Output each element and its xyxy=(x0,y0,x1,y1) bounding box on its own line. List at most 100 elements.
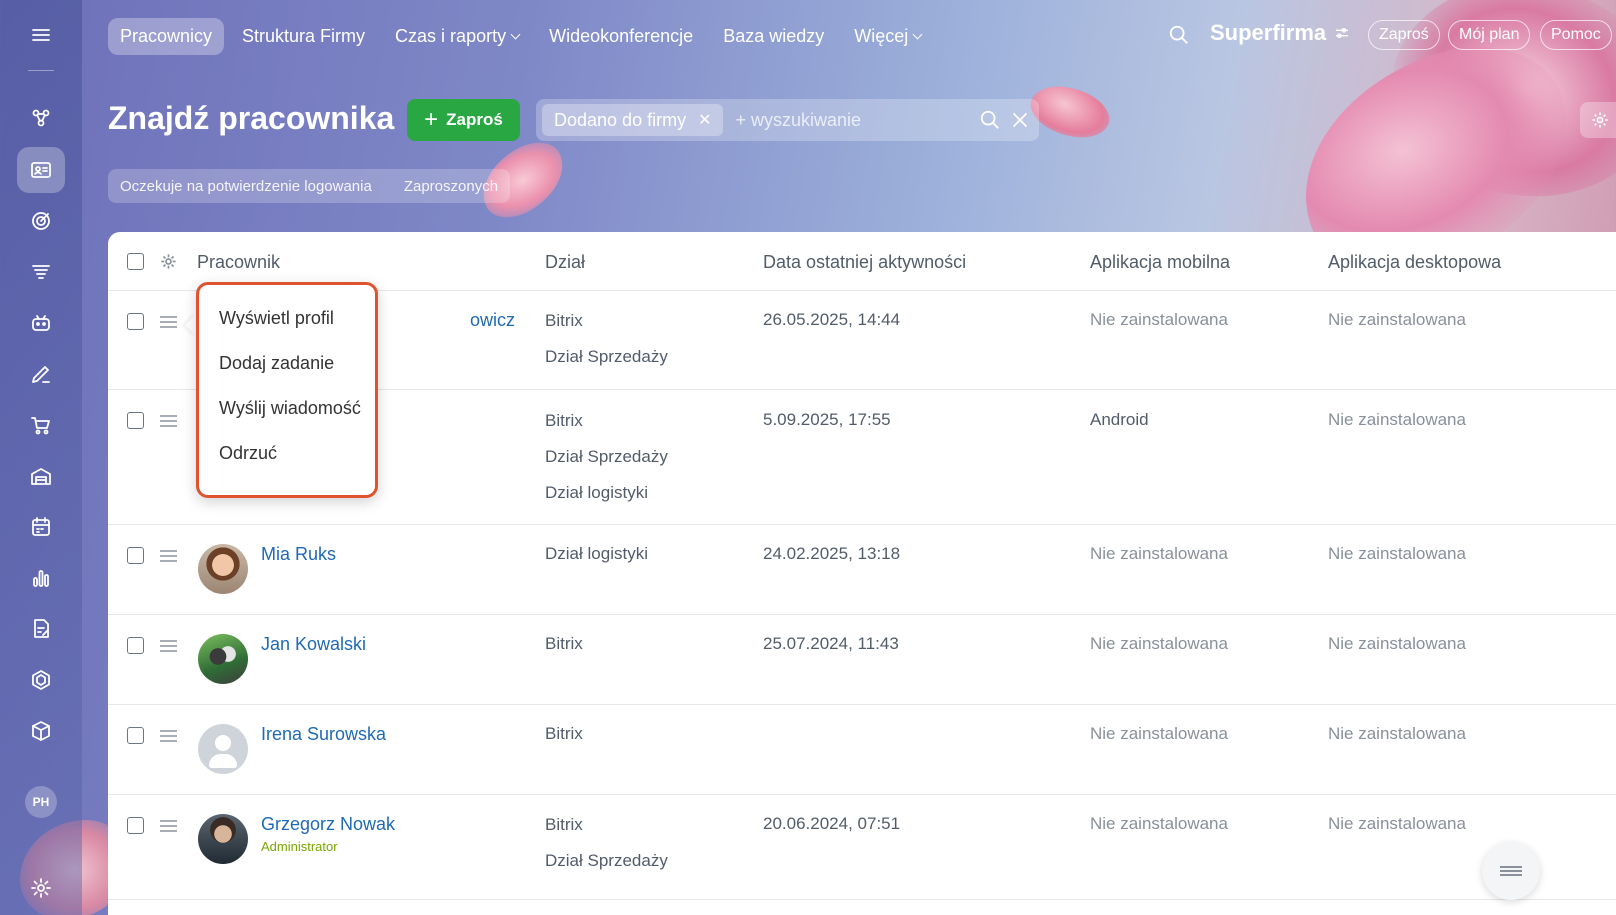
brand-title[interactable]: Superfirma xyxy=(1210,20,1350,46)
row-checkbox[interactable] xyxy=(127,547,144,564)
menu-icon[interactable] xyxy=(17,12,65,58)
row-checkbox[interactable] xyxy=(127,637,144,654)
tab-invited[interactable]: Zaproszonych xyxy=(404,178,498,195)
role-badge: Administrator xyxy=(261,839,338,854)
table-row[interactable]: Mia Ruks Dział logistyki 24.02.2025, 13:… xyxy=(108,525,1616,615)
invite-button[interactable]: + Zaproś xyxy=(407,99,520,141)
drag-handle-icon[interactable] xyxy=(160,415,177,427)
column-department[interactable]: Dział xyxy=(545,252,585,273)
mobile-app-cell: Nie zainstalowana xyxy=(1090,544,1228,563)
analytics-icon[interactable] xyxy=(17,555,65,601)
desktop-app-cell: Nie zainstalowana xyxy=(1328,310,1466,329)
nav-czas-i-raporty[interactable]: Czas i raporty xyxy=(383,18,531,55)
mobile-app-cell: Nie zainstalowana xyxy=(1090,310,1228,329)
gear-icon[interactable] xyxy=(160,253,177,270)
employee-name[interactable]: Grzegorz Nowak xyxy=(261,814,395,835)
row-checkbox[interactable] xyxy=(127,412,144,429)
mobile-app-cell: Nie zainstalowana xyxy=(1090,724,1228,743)
table-row[interactable]: Grzegorz Nowak Administrator Bitrix Dzia… xyxy=(108,795,1616,900)
drag-handle-icon[interactable] xyxy=(160,730,177,742)
column-desktop-app[interactable]: Aplikacja desktopowa xyxy=(1328,252,1501,273)
nav-wideokonferencje[interactable]: Wideokonferencje xyxy=(537,18,705,55)
column-last-activity[interactable]: Data ostatniej aktywności xyxy=(763,252,966,273)
goals-icon[interactable] xyxy=(17,198,65,244)
cart-icon[interactable] xyxy=(17,402,65,448)
row-checkbox[interactable] xyxy=(127,817,144,834)
search-input[interactable] xyxy=(723,109,979,131)
menu-item-reject[interactable]: Odrzuć xyxy=(199,440,375,485)
drag-handle-icon[interactable] xyxy=(160,550,177,562)
drag-handle-icon[interactable] xyxy=(160,316,177,328)
column-mobile-app[interactable]: Aplikacja mobilna xyxy=(1090,252,1230,273)
nav-pracownicy[interactable]: Pracownicy xyxy=(108,17,225,55)
top-navigation: Pracownicy Struktura Firmy Czas i raport… xyxy=(108,16,939,56)
last-activity-cell: 26.05.2025, 14:44 xyxy=(763,310,901,329)
left-sidebar: PH xyxy=(0,0,82,915)
search-icon[interactable] xyxy=(1168,24,1190,46)
help-pill[interactable]: Pomoc xyxy=(1540,20,1612,50)
avatar-placeholder-icon[interactable] xyxy=(198,724,248,774)
row-checkbox[interactable] xyxy=(127,727,144,744)
last-activity-cell: 20.06.2024, 07:51 xyxy=(763,814,901,833)
sliders-icon xyxy=(1336,28,1349,38)
nav-struktura-firmy[interactable]: Struktura Firmy xyxy=(230,18,377,55)
search-icon[interactable] xyxy=(979,109,1001,131)
column-employee[interactable]: Pracownik xyxy=(197,252,280,273)
department-cell: Bitrix Dział Sprzedaży xyxy=(545,815,668,870)
clear-icon[interactable] xyxy=(1009,109,1031,131)
table-row[interactable]: Irena Surowska Bitrix Nie zainstalowana … xyxy=(108,705,1616,795)
desktop-app-cell: Nie zainstalowana xyxy=(1328,724,1466,743)
plus-icon: + xyxy=(424,106,439,133)
page-title: Znajdź pracownika xyxy=(108,100,395,136)
last-activity-cell: 5.09.2025, 17:55 xyxy=(763,410,891,429)
my-plan-pill[interactable]: Mój plan xyxy=(1448,20,1531,50)
chevron-down-icon xyxy=(510,29,521,39)
department-cell: Bitrix Dział Sprzedaży Dział logistyki xyxy=(545,411,668,502)
box-icon[interactable] xyxy=(17,708,65,754)
select-all-checkbox[interactable] xyxy=(127,253,144,270)
settings-icon[interactable] xyxy=(17,865,65,911)
hexagon-icon[interactable] xyxy=(17,657,65,703)
tab-pending-login[interactable]: Oczekuje na potwierdzenie logowania xyxy=(120,178,372,195)
menu-item-view-profile[interactable]: Wyświetl profil xyxy=(199,305,375,350)
employees-icon[interactable] xyxy=(17,147,65,193)
desktop-app-cell: Nie zainstalowana xyxy=(1328,544,1466,563)
invite-pill[interactable]: Zaproś xyxy=(1368,20,1440,50)
menu-item-send-message[interactable]: Wyślij wiadomość xyxy=(199,395,375,440)
row-checkbox[interactable] xyxy=(127,313,144,330)
filter-chip[interactable]: Dodano do firmy ✕ xyxy=(542,104,724,136)
desktop-app-cell: Nie zainstalowana xyxy=(1328,410,1466,429)
department-cell: Bitrix Dział Sprzedaży xyxy=(545,311,668,366)
employee-name[interactable]: Irena Surowska xyxy=(261,724,386,745)
avatar[interactable] xyxy=(198,634,248,684)
gear-icon[interactable] xyxy=(1580,102,1616,138)
avatar[interactable] xyxy=(198,544,248,594)
last-activity-cell: 24.02.2025, 13:18 xyxy=(763,544,901,563)
mobile-app-cell: Nie zainstalowana xyxy=(1090,634,1228,653)
employee-name[interactable]: Mia Ruks xyxy=(261,544,336,565)
sign-icon[interactable] xyxy=(17,351,65,397)
menu-item-add-task[interactable]: Dodaj zadanie xyxy=(199,350,375,395)
nav-wiecej[interactable]: Więcej xyxy=(842,18,933,55)
user-avatar[interactable]: PH xyxy=(25,786,57,818)
desktop-app-cell: Nie zainstalowana xyxy=(1328,814,1466,833)
bot-icon[interactable] xyxy=(17,300,65,346)
calendar-icon[interactable] xyxy=(17,504,65,550)
employee-name[interactable]: owicz xyxy=(470,310,515,331)
warehouse-icon[interactable] xyxy=(17,453,65,499)
drag-handle-icon[interactable] xyxy=(160,820,177,832)
close-icon[interactable]: ✕ xyxy=(698,110,711,130)
avatar[interactable] xyxy=(198,814,248,864)
chats-icon[interactable] xyxy=(17,95,65,141)
department-cell: Dział logistyki xyxy=(545,544,648,563)
employee-name[interactable]: Jan Kowalski xyxy=(261,634,366,655)
filter-icon[interactable] xyxy=(17,249,65,295)
table-row[interactable]: Jan Kowalski Bitrix 25.07.2024, 11:43 Ni… xyxy=(108,615,1616,705)
forms-icon[interactable] xyxy=(17,606,65,652)
drag-handle-icon[interactable] xyxy=(160,640,177,652)
last-activity-cell: 25.07.2024, 11:43 xyxy=(763,634,899,653)
list-menu-icon[interactable] xyxy=(1482,842,1540,900)
nav-baza-wiedzy[interactable]: Baza wiedzy xyxy=(711,18,836,55)
department-cell: Bitrix xyxy=(545,724,583,743)
search-filter-box[interactable]: Dodano do firmy ✕ xyxy=(536,99,1039,141)
